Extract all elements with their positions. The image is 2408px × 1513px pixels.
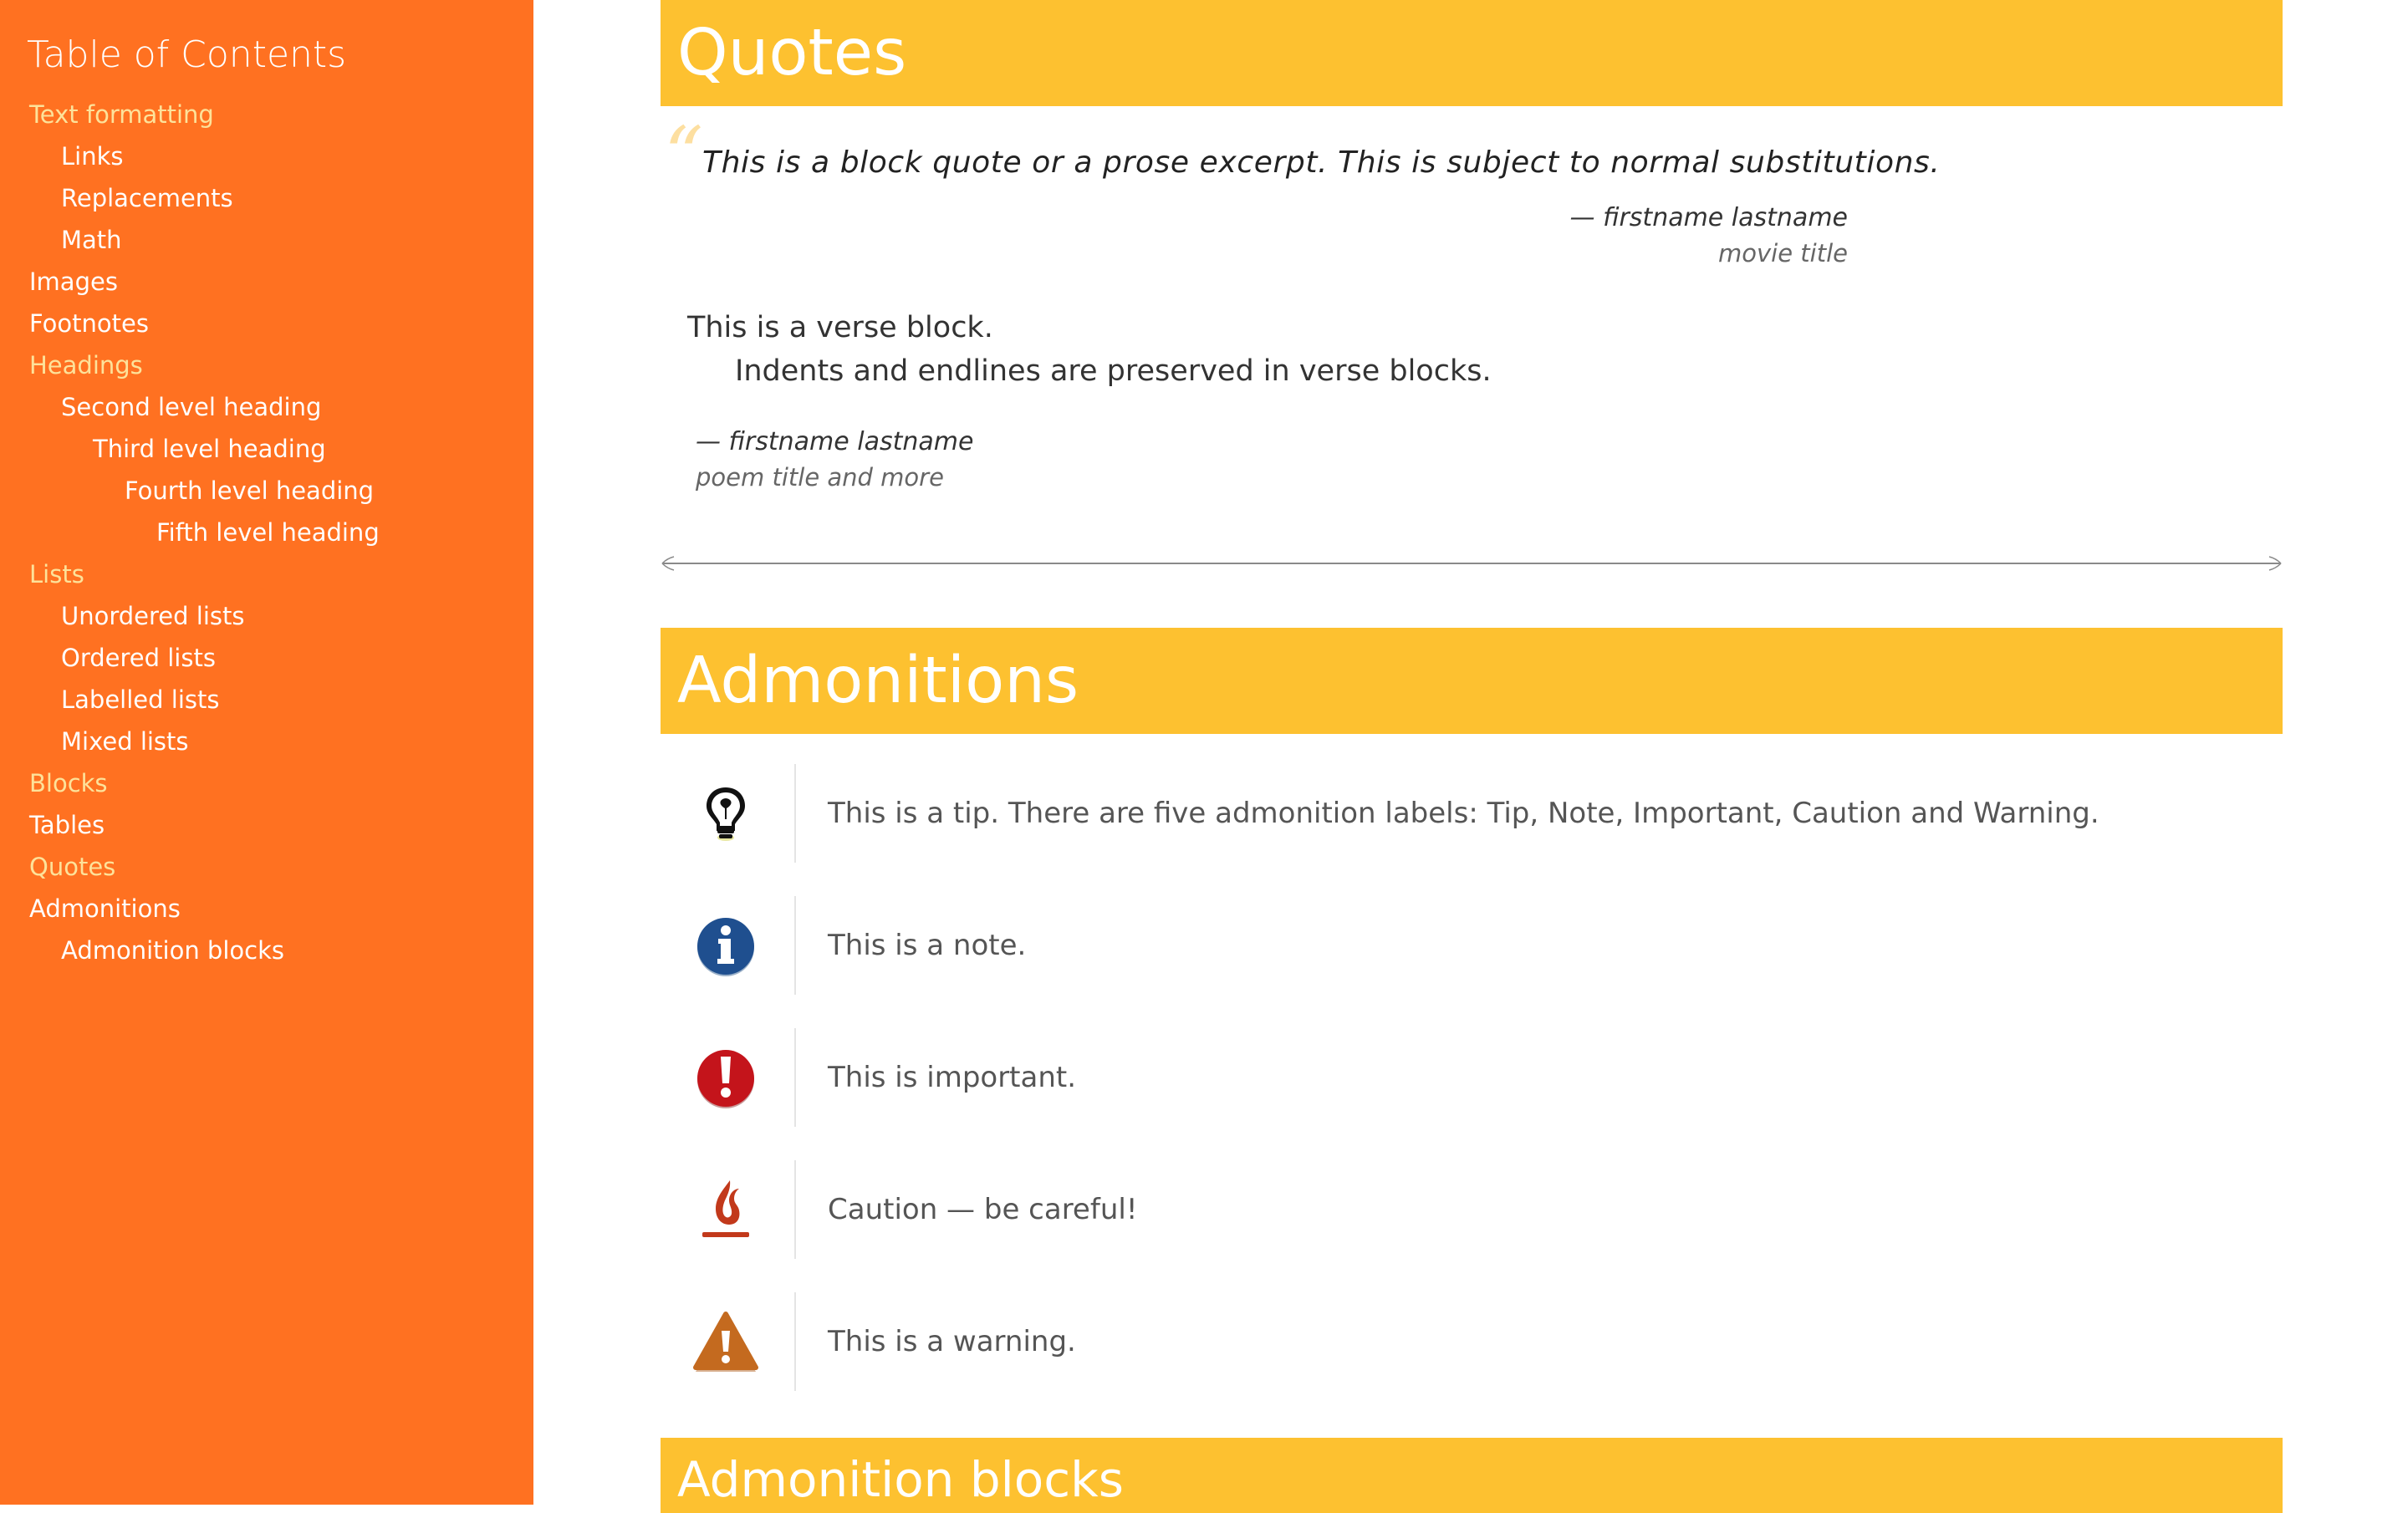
flame-icon bbox=[702, 1180, 749, 1237]
blockquote-attribution: — firstname lastname movie title bbox=[661, 201, 1848, 271]
admonition-divider bbox=[794, 764, 796, 863]
blockquote-citation: movie title bbox=[1718, 239, 1848, 267]
verse-line: This is a verse block. bbox=[687, 311, 993, 344]
exclamation-icon bbox=[697, 1050, 754, 1108]
quotes-section-banner: Quotes bbox=[661, 0, 2283, 106]
toc-link-ordered-lists[interactable]: Ordered lists bbox=[61, 637, 216, 679]
blockquote-text: This is a block quote or a prose excerpt… bbox=[702, 145, 1941, 180]
admonition-icon-cell bbox=[661, 1028, 794, 1127]
admonition-text: Caution — be careful! bbox=[828, 1193, 1138, 1226]
admonition-divider bbox=[794, 1028, 796, 1127]
warning-triangle-icon bbox=[693, 1312, 758, 1372]
toc-link-labelled-lists[interactable]: Labelled lists bbox=[61, 679, 219, 721]
verse-block: This is a verse block. Indents and endli… bbox=[687, 306, 1492, 393]
admonitions-heading: Admonitions bbox=[677, 644, 1079, 718]
toc-link-fifth-level-heading[interactable]: Fifth level heading bbox=[156, 512, 380, 553]
toc-link-admonitions[interactable]: Admonitions bbox=[29, 888, 181, 930]
admonition-note: This is a note. bbox=[661, 896, 2283, 995]
toc-link-images[interactable]: Images bbox=[29, 261, 118, 303]
quotes-heading: Quotes bbox=[677, 16, 907, 90]
toc-title: Table of Contents bbox=[27, 33, 347, 76]
toc-link-third-level-heading[interactable]: Third level heading bbox=[93, 428, 326, 470]
toc-link-unordered-lists[interactable]: Unordered lists bbox=[61, 595, 244, 637]
toc-link-footnotes[interactable]: Footnotes bbox=[29, 303, 149, 344]
toc-link-second-level-heading[interactable]: Second level heading bbox=[61, 386, 321, 428]
admonition-icon-cell bbox=[661, 896, 794, 995]
admonition-text: This is important. bbox=[828, 1061, 1077, 1094]
section-divider bbox=[661, 556, 2282, 571]
toc-link-headings[interactable]: Headings bbox=[29, 344, 143, 386]
admonition-icon-cell bbox=[661, 1160, 794, 1259]
toc-link-fourth-level-heading[interactable]: Fourth level heading bbox=[125, 470, 374, 512]
verse-attribution: — firstname lastname poem title and more bbox=[696, 425, 973, 495]
verse-citation: poem title and more bbox=[696, 463, 944, 492]
table-of-contents-sidebar: Table of Contents Text formatting Links … bbox=[0, 0, 533, 1505]
toc-link-quotes[interactable]: Quotes bbox=[29, 846, 115, 888]
lightbulb-icon bbox=[707, 787, 745, 841]
admonition-tip: This is a tip. There are five admonition… bbox=[661, 764, 2283, 863]
toc-link-text-formatting[interactable]: Text formatting bbox=[29, 94, 214, 135]
admonition-text: This is a warning. bbox=[828, 1325, 1076, 1358]
admonition-blocks-heading: Admonition blocks bbox=[677, 1451, 1124, 1508]
toc-link-mixed-lists[interactable]: Mixed lists bbox=[61, 721, 189, 762]
verse-author: — firstname lastname bbox=[696, 427, 974, 456]
toc-link-admonition-blocks[interactable]: Admonition blocks bbox=[61, 930, 284, 971]
admonition-divider bbox=[794, 896, 796, 995]
toc-link-lists[interactable]: Lists bbox=[29, 553, 84, 595]
admonition-blocks-section-banner: Admonition blocks bbox=[661, 1438, 2283, 1513]
admonition-icon-cell bbox=[661, 764, 794, 863]
admonition-text: This is a note. bbox=[828, 929, 1027, 962]
quote-mark-icon: “ bbox=[664, 110, 704, 200]
admonition-divider bbox=[794, 1160, 796, 1259]
toc-link-links[interactable]: Links bbox=[61, 135, 124, 177]
admonition-text: This is a tip. There are five admonition… bbox=[828, 797, 2099, 830]
blockquote-author: — firstname lastname bbox=[1569, 203, 1848, 232]
toc-link-tables[interactable]: Tables bbox=[29, 804, 105, 846]
admonitions-section-banner: Admonitions bbox=[661, 628, 2283, 734]
toc-link-math[interactable]: Math bbox=[61, 219, 122, 261]
admonition-icon-cell bbox=[661, 1292, 794, 1391]
verse-line: Indents and endlines are preserved in ve… bbox=[735, 354, 1492, 388]
toc-link-replacements[interactable]: Replacements bbox=[61, 177, 233, 219]
document-content: Quotes “ This is a block quote or a pros… bbox=[661, 0, 2283, 1513]
info-icon bbox=[697, 918, 754, 976]
admonition-divider bbox=[794, 1292, 796, 1391]
admonition-caution: Caution — be careful! bbox=[661, 1160, 2283, 1259]
toc-link-blocks[interactable]: Blocks bbox=[29, 762, 108, 804]
admonition-important: This is important. bbox=[661, 1028, 2283, 1127]
admonition-warning: This is a warning. bbox=[661, 1292, 2283, 1391]
